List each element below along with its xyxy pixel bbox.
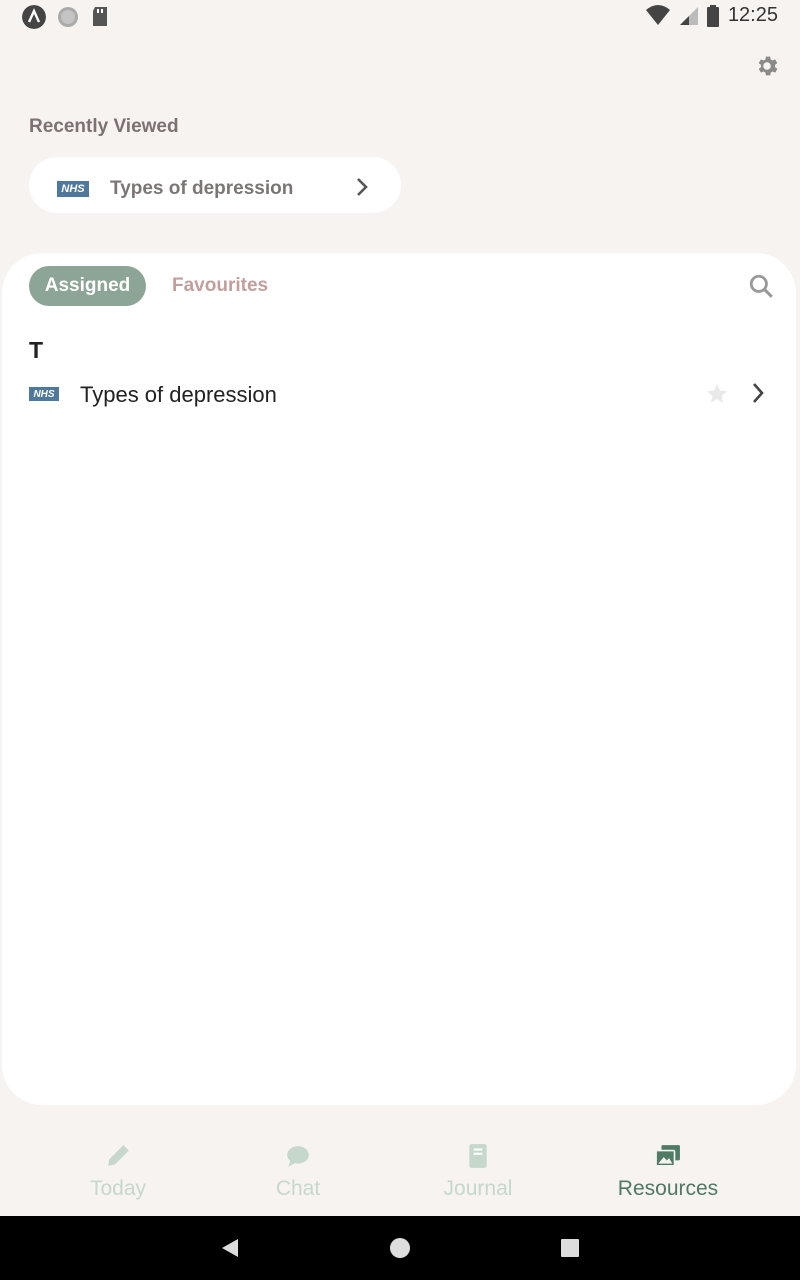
- cell-signal-icon: [679, 6, 698, 25]
- nav-chat-label: Chat: [275, 1177, 321, 1200]
- section-header-letter: T: [29, 337, 44, 363]
- nav-today[interactable]: Today: [38, 1130, 198, 1201]
- nav-resources-label: Resources: [617, 1177, 719, 1200]
- chat-bubble-icon: [287, 1146, 309, 1167]
- recently-viewed-label: Types of depression: [110, 178, 294, 199]
- chevron-right-icon: [357, 178, 368, 196]
- tab-favourites[interactable]: Favourites: [172, 266, 268, 306]
- nav-resources[interactable]: Resources: [588, 1130, 748, 1201]
- resource-list-item[interactable]: NHS Types of depression: [2, 371, 796, 417]
- pencil-icon: [108, 1145, 129, 1166]
- back-icon[interactable]: [218, 1236, 242, 1260]
- circle-notification-icon: [58, 7, 78, 27]
- chevron-right-icon: [753, 383, 764, 403]
- status-time: 12:25: [727, 4, 778, 26]
- battery-icon: [706, 4, 719, 27]
- nhs-logo-icon: NHS: [29, 387, 59, 401]
- nav-today-label: Today: [89, 1177, 147, 1200]
- home-icon[interactable]: [388, 1236, 412, 1260]
- resources-panel: Assigned Favourites T NHS Types of depre…: [2, 253, 796, 1105]
- bottom-nav: Today Chat Journal Resources: [0, 1130, 800, 1216]
- status-bar: 12:25: [0, 0, 800, 34]
- favourite-star-icon[interactable]: [705, 382, 729, 406]
- app-notification-icon: [22, 5, 46, 29]
- nav-journal[interactable]: Journal: [398, 1130, 558, 1201]
- recently-viewed-card[interactable]: NHS Types of depression: [29, 157, 401, 213]
- wifi-icon: [645, 4, 670, 25]
- system-nav-bar: [0, 1216, 800, 1280]
- recents-icon[interactable]: [558, 1236, 582, 1260]
- book-icon: [469, 1144, 487, 1168]
- status-system-icons: 12:25: [645, 4, 778, 27]
- search-icon[interactable]: [748, 273, 774, 299]
- images-icon: [655, 1145, 680, 1167]
- tab-assigned[interactable]: Assigned: [29, 266, 146, 306]
- nhs-logo-icon: NHS: [57, 181, 89, 197]
- resource-title: Types of depression: [80, 382, 277, 407]
- status-notification-icons: [22, 5, 110, 29]
- nav-journal-label: Journal: [443, 1177, 513, 1200]
- nav-chat[interactable]: Chat: [218, 1130, 378, 1201]
- sd-card-icon: [93, 7, 107, 26]
- recently-viewed-title: Recently Viewed: [29, 116, 179, 137]
- settings-gear-icon[interactable]: [754, 53, 780, 79]
